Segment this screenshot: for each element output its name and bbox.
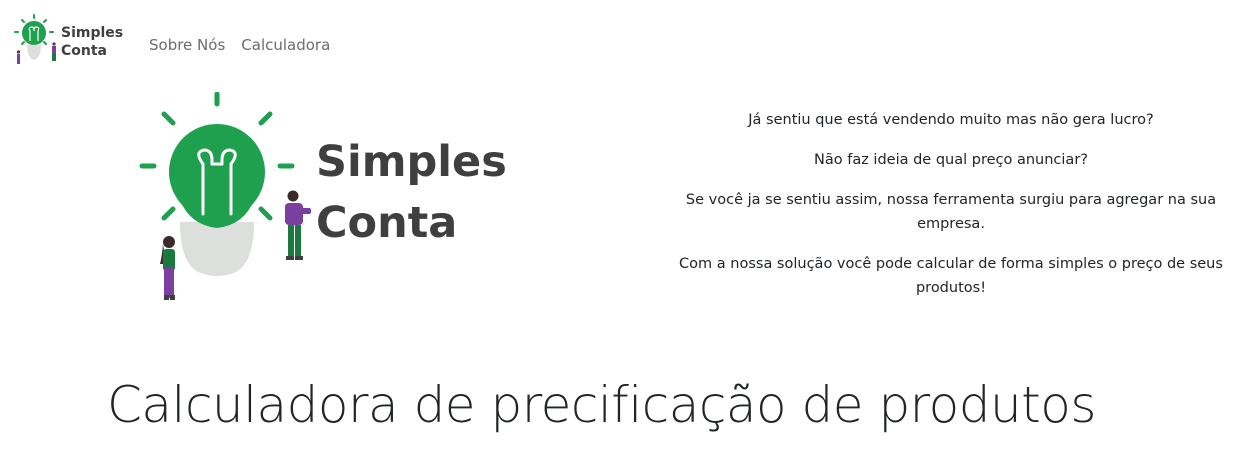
brand-logo-link[interactable]: Simples Conta — [10, 12, 123, 76]
hero-logo-line2: Conta — [316, 198, 458, 248]
navbar: Simples Conta Sobre Nós Calculadora — [0, 0, 1244, 92]
hero-logo-text: Simples Conta — [316, 132, 507, 254]
figure-woman — [160, 236, 175, 300]
nav-link-calculadora[interactable]: Calculadora — [241, 35, 330, 55]
brand-name: Simples Conta — [61, 24, 123, 60]
hero-logo-line1: Simples — [316, 137, 507, 187]
intro-text: Já sentiu que está vendendo muito mas nã… — [676, 74, 1226, 316]
brand-line2: Conta — [61, 43, 107, 59]
intro-paragraph-4: Com a nossa solução você pode calcular d… — [679, 256, 1223, 296]
intro-paragraph-3: Se você ja se sentiu assim, nossa ferram… — [685, 192, 1217, 232]
hero-logo: Simples Conta — [138, 90, 510, 305]
intro-paragraph-1: Já sentiu que está vendendo muito mas nã… — [748, 112, 1154, 128]
nav-links: Sobre Nós Calculadora — [149, 35, 330, 55]
brand-line1: Simples — [61, 25, 124, 41]
nav-link-sobre-nos[interactable]: Sobre Nós — [149, 35, 225, 55]
calculator-title: Calculadora de precificação de produtos — [107, 376, 1096, 434]
figure-man — [285, 190, 311, 260]
intro-paragraph-2: Não faz ideia de qual preço anunciar? — [814, 152, 1088, 168]
